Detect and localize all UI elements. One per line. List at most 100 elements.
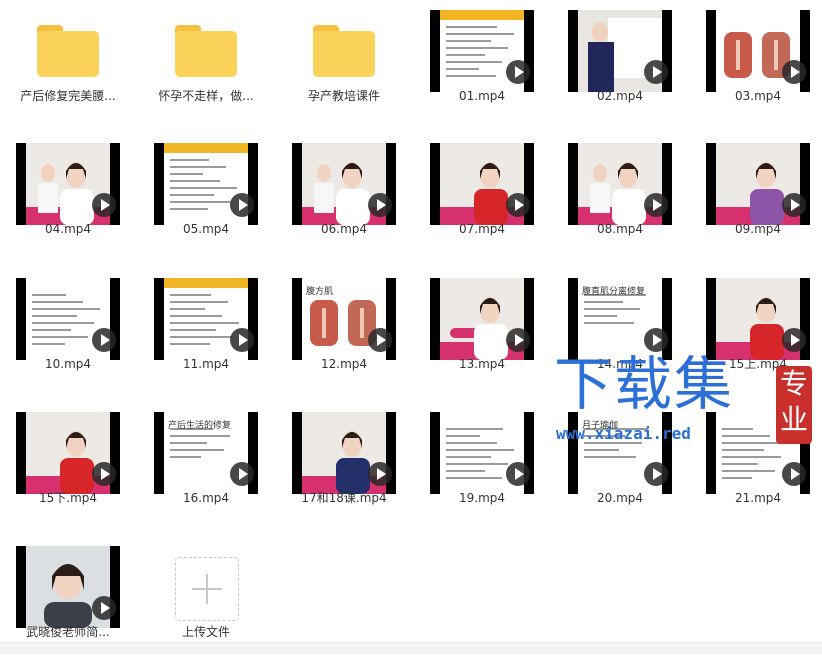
play-icon (368, 193, 392, 217)
upload-plus-icon[interactable] (175, 557, 239, 621)
video-thumbnail (16, 143, 120, 225)
video-thumbnail (430, 412, 534, 494)
folder-item[interactable]: 孕产教培课件 (276, 0, 412, 134)
play-icon (230, 193, 254, 217)
play-icon (92, 596, 116, 620)
video-thumbnail: 产后生活的修复 (154, 412, 258, 494)
file-name: 孕产教培课件 (307, 89, 380, 103)
file-name: 01.mp4 (458, 89, 506, 103)
file-name: 武晓俊老师简... (26, 625, 110, 639)
play-icon (644, 328, 668, 352)
video-item[interactable]: 17和18课.mp4 (276, 402, 412, 536)
file-name: 08.mp4 (596, 222, 644, 236)
video-item[interactable]: 产后生活的修复 16.mp4 (138, 402, 274, 536)
folder-icon (313, 25, 375, 77)
slide-caption: 产后生活的修复 (168, 421, 232, 431)
play-icon (506, 328, 530, 352)
play-icon (782, 193, 806, 217)
video-item[interactable]: 07.mp4 (414, 133, 550, 267)
video-thumbnail (430, 278, 534, 360)
video-thumbnail (706, 10, 810, 92)
folder-item[interactable]: 怀孕不走样，做... (138, 0, 274, 134)
watermark-title: 下载集 (554, 350, 735, 418)
play-icon (644, 193, 668, 217)
file-name: 13.mp4 (458, 357, 506, 371)
video-thumbnail: 腹直肌分离修复 (568, 278, 672, 360)
file-name: 19.mp4 (458, 491, 506, 505)
video-thumbnail: 腹方肌 (292, 278, 396, 360)
video-thumbnail (292, 412, 396, 494)
file-name: 16.mp4 (182, 491, 230, 505)
file-grid: 产后修复完美腰... 怀孕不走样，做... 孕产教培课件 01.mp4 02.mp4 03… (0, 0, 822, 653)
file-name: 15下.mp4 (38, 491, 98, 505)
play-icon (644, 60, 668, 84)
play-icon (92, 193, 116, 217)
video-thumbnail (154, 278, 258, 360)
play-icon (782, 60, 806, 84)
video-item[interactable]: 02.mp4 (552, 0, 688, 134)
seal-char: 业 (779, 403, 808, 436)
play-icon (782, 462, 806, 486)
video-thumbnail (706, 278, 810, 360)
video-item[interactable]: 15下.mp4 (0, 402, 136, 536)
video-item[interactable]: 05.mp4 (138, 133, 274, 267)
file-name: 怀孕不走样，做... (158, 89, 254, 103)
folder-icon (175, 25, 237, 77)
play-icon (644, 462, 668, 486)
upload-label: 上传文件 (181, 625, 230, 639)
play-icon (368, 462, 392, 486)
play-icon (92, 462, 116, 486)
video-thumbnail (292, 143, 396, 225)
play-icon (368, 328, 392, 352)
video-thumbnail (706, 143, 810, 225)
video-thumbnail (568, 143, 672, 225)
file-name: 10.mp4 (44, 357, 92, 371)
file-name: 09.mp4 (734, 222, 782, 236)
file-name: 02.mp4 (596, 89, 644, 103)
file-name: 20.mp4 (596, 491, 644, 505)
play-icon (506, 462, 530, 486)
bottom-scroll-edge (0, 642, 822, 654)
video-item[interactable]: 19.mp4 (414, 402, 550, 536)
slide-caption: 腹直肌分离修复 (582, 287, 646, 297)
play-icon (230, 328, 254, 352)
play-icon (506, 193, 530, 217)
video-item[interactable]: 04.mp4 (0, 133, 136, 267)
video-thumbnail (568, 10, 672, 92)
video-thumbnail (430, 143, 534, 225)
video-item[interactable]: 03.mp4 (690, 0, 822, 134)
file-name: 05.mp4 (182, 222, 230, 236)
watermark-seal: 专 业 (776, 366, 812, 444)
video-thumbnail (154, 143, 258, 225)
video-thumbnail (16, 412, 120, 494)
watermark-url: www.xiazai.red (556, 424, 691, 443)
video-item[interactable]: 11.mp4 (138, 268, 274, 402)
video-item[interactable]: 10.mp4 (0, 268, 136, 402)
video-item[interactable]: 09.mp4 (690, 133, 822, 267)
file-name: 12.mp4 (320, 357, 368, 371)
video-item[interactable]: 13.mp4 (414, 268, 550, 402)
video-item[interactable]: 01.mp4 (414, 0, 550, 134)
file-name: 17和18课.mp4 (301, 491, 387, 505)
folder-icon (37, 25, 99, 77)
file-name: 03.mp4 (734, 89, 782, 103)
play-icon (92, 328, 116, 352)
video-item[interactable]: 08.mp4 (552, 133, 688, 267)
file-name: 07.mp4 (458, 222, 506, 236)
file-name: 11.mp4 (182, 357, 230, 371)
seal-char: 专 (779, 367, 808, 400)
video-item[interactable]: 06.mp4 (276, 133, 412, 267)
play-icon (782, 328, 806, 352)
watermark: 下载集 www.xiazai.red 专 业 (552, 352, 822, 457)
video-item[interactable]: 腹方肌 12.mp4 (276, 268, 412, 402)
file-name: 06.mp4 (320, 222, 368, 236)
video-thumbnail (16, 546, 120, 628)
video-thumbnail (16, 278, 120, 360)
video-thumbnail (430, 10, 534, 92)
play-icon (506, 60, 530, 84)
file-name: 21.mp4 (734, 491, 782, 505)
folder-item[interactable]: 产后修复完美腰... (0, 0, 136, 134)
slide-caption: 腹方肌 (306, 287, 334, 297)
play-icon (230, 462, 254, 486)
file-name: 产后修复完美腰... (20, 89, 116, 103)
